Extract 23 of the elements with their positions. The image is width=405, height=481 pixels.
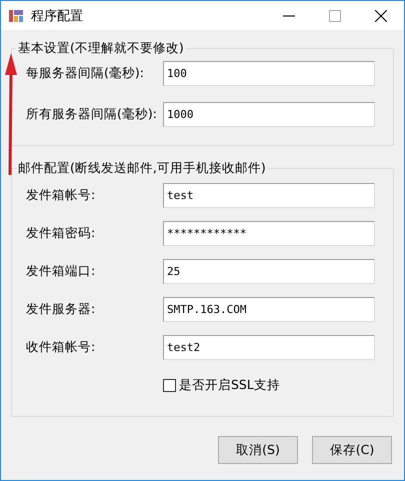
input-field[interactable]: test2 bbox=[163, 335, 375, 360]
group-title: 基本设置(不理解就不要修改) bbox=[17, 40, 185, 57]
input-field[interactable]: ************ bbox=[163, 221, 375, 246]
window-title: 程序配置 bbox=[31, 8, 84, 24]
field-label: 发件箱密码: bbox=[26, 225, 96, 242]
app-icon bbox=[9, 10, 23, 22]
input-field[interactable]: 25 bbox=[163, 259, 375, 284]
input-field[interactable]: 1000 bbox=[163, 102, 375, 127]
field-label: 发件箱帐号: bbox=[26, 187, 96, 204]
field-label: 收件箱帐号: bbox=[26, 339, 96, 356]
field-label: 每服务器间隔(毫秒): bbox=[26, 65, 145, 82]
input-field[interactable]: 100 bbox=[163, 61, 375, 86]
input-field[interactable]: test bbox=[163, 183, 375, 208]
dialog-button[interactable]: 取消(S) bbox=[218, 436, 298, 464]
dialog-button[interactable]: 保存(C) bbox=[312, 436, 392, 464]
checkbox[interactable] bbox=[163, 379, 176, 392]
checkbox-label[interactable]: 是否开启SSL支持 bbox=[179, 377, 280, 394]
group-title: 邮件配置(断线发送邮件,可用手机接收邮件) bbox=[17, 160, 267, 177]
field-label: 所有服务器间隔(毫秒): bbox=[26, 106, 158, 123]
input-field[interactable]: SMTP.163.COM bbox=[163, 297, 375, 322]
close-icon[interactable] bbox=[375, 10, 387, 22]
field-label: 发件箱端口: bbox=[26, 263, 96, 280]
field-label: 发件服务器: bbox=[26, 301, 96, 318]
